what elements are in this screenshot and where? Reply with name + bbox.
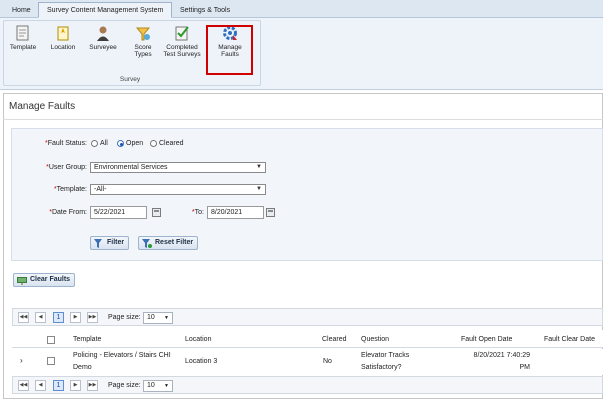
chevron-down-icon: ▼: [164, 315, 169, 321]
completed-test-surveys-label: Completed Test Surveys: [163, 44, 201, 58]
completed-test-surveys-icon: [175, 26, 189, 41]
clear-faults-button[interactable]: Clear Faults: [13, 273, 76, 287]
date-to-label: *To:: [191, 209, 204, 216]
date-to-input[interactable]: 8/20/2021: [207, 206, 264, 219]
clear-faults-icon: [17, 277, 27, 285]
tab-bar: Home Survey Content Management System Se…: [0, 0, 603, 18]
chevron-down-icon: ▼: [256, 186, 262, 192]
row-question-line1: Elevator Tracks: [361, 352, 410, 359]
row-checkbox[interactable]: [47, 357, 55, 365]
template-label: Template: [9, 44, 37, 51]
next-page-button[interactable]: ▶: [70, 312, 81, 323]
row-open-date-line1: 8/20/2021 7:40:29: [473, 352, 530, 359]
user-group-select[interactable]: Environmental Services ▼: [90, 162, 266, 173]
date-from-label: *Date From:: [49, 209, 87, 216]
column-header-location[interactable]: Location: [185, 336, 211, 343]
fault-status-open-radio[interactable]: Open: [117, 140, 143, 147]
row-template-line2: Demo: [73, 364, 92, 371]
fault-status-all-radio[interactable]: All: [91, 140, 108, 147]
date-from-input[interactable]: 5/22/2021: [90, 206, 147, 219]
select-all-checkbox[interactable]: [47, 336, 55, 344]
location-label: Location: [50, 44, 76, 51]
column-header-question[interactable]: Question: [361, 336, 389, 343]
first-page-button[interactable]: ◀◀: [18, 312, 29, 323]
user-group-label: *User Group:: [46, 164, 87, 171]
last-page-button[interactable]: ▶▶: [87, 380, 98, 391]
template-filter-label: *Template:: [53, 186, 87, 193]
fault-status-cleared-radio[interactable]: Cleared: [150, 140, 184, 147]
row-template-line1: Policing - Elevators / Stairs CHI: [73, 352, 171, 359]
grid-pager-bottom: ◀◀ ◀ 1 ▶ ▶▶ Page size: 10 ▼: [12, 376, 603, 394]
table-row[interactable]: › Policing - Elevators / Stairs CHI Demo…: [12, 349, 603, 375]
calendar-icon[interactable]: [152, 208, 161, 217]
score-types-button[interactable]: Score Types: [126, 24, 160, 58]
grid-header: Template Location Cleared Question Fault…: [12, 330, 603, 348]
location-icon: [57, 26, 69, 41]
surveyee-button[interactable]: Surveyee: [86, 24, 120, 51]
last-page-button[interactable]: ▶▶: [87, 312, 98, 323]
page-title: Manage Faults: [9, 101, 76, 112]
completed-test-surveys-button[interactable]: Completed Test Surveys: [161, 24, 203, 58]
surveyee-label: Surveyee: [89, 44, 117, 51]
page-number-button[interactable]: 1: [53, 380, 64, 391]
fault-status-label: *Fault Status:: [44, 140, 87, 147]
column-header-fault-clear-date[interactable]: Fault Clear Date: [544, 336, 595, 343]
title-divider: [3, 119, 603, 120]
radio-circle-selected: [117, 140, 124, 147]
prev-page-button[interactable]: ◀: [35, 380, 46, 391]
expand-row-icon[interactable]: ›: [20, 355, 23, 366]
tab-home[interactable]: Home: [3, 2, 40, 18]
filter-icon: [94, 239, 102, 248]
ribbon: Home Survey Content Management System Se…: [0, 0, 603, 90]
first-page-button[interactable]: ◀◀: [18, 380, 29, 391]
prev-page-button[interactable]: ◀: [35, 312, 46, 323]
page-number-button[interactable]: 1: [53, 312, 64, 323]
next-page-button[interactable]: ▶: [70, 380, 81, 391]
tab-settings-tools[interactable]: Settings & Tools: [171, 2, 239, 18]
radio-circle: [91, 140, 98, 147]
reset-filter-icon: [142, 239, 152, 248]
filter-button[interactable]: Filter: [90, 236, 130, 250]
manage-faults-highlight: [206, 25, 253, 75]
radio-circle: [150, 140, 157, 147]
score-types-label: Score Types: [134, 44, 152, 58]
page-size-label: Page size:: [108, 382, 141, 389]
page-size-select[interactable]: 10 ▼: [143, 312, 173, 324]
survey-group-label: Survey: [119, 76, 141, 83]
chevron-down-icon: ▼: [164, 383, 169, 389]
column-header-template[interactable]: Template: [73, 336, 101, 343]
tab-survey-content-management-system[interactable]: Survey Content Management System: [38, 2, 173, 18]
column-header-cleared[interactable]: Cleared: [322, 336, 347, 343]
template-button[interactable]: Template: [6, 24, 40, 51]
calendar-icon[interactable]: [266, 208, 275, 217]
row-question-line2: Satisfactory?: [361, 364, 402, 371]
location-button[interactable]: Location: [46, 24, 80, 51]
template-select[interactable]: -All- ▼: [90, 184, 266, 195]
row-open-date-line2: PM: [519, 364, 531, 371]
reset-filter-button[interactable]: Reset Filter: [138, 236, 199, 250]
column-header-fault-open-date[interactable]: Fault Open Date: [461, 336, 512, 343]
chevron-down-icon: ▼: [256, 164, 262, 170]
page-size-label: Page size:: [108, 314, 141, 321]
row-location: Location 3: [185, 358, 218, 365]
page-size-select[interactable]: 10 ▼: [143, 380, 173, 392]
surveyee-icon: [97, 26, 109, 41]
score-types-icon: [135, 27, 151, 41]
grid-pager-top: ◀◀ ◀ 1 ▶ ▶▶ Page size: 10 ▼: [12, 308, 603, 326]
template-icon: [16, 25, 29, 41]
row-cleared: No: [323, 358, 332, 365]
